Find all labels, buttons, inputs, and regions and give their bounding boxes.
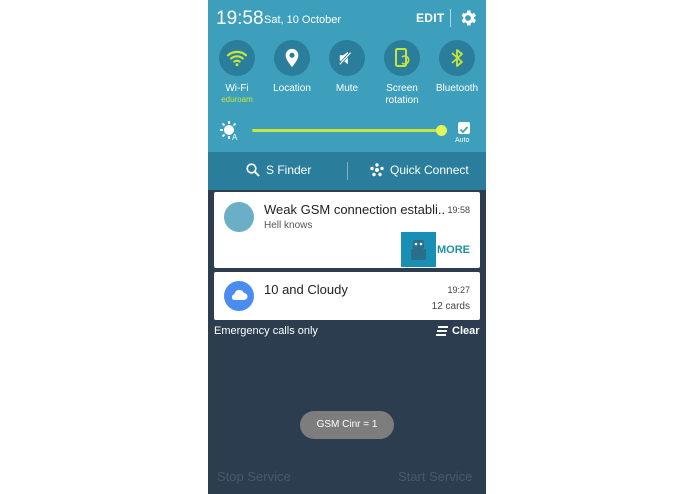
notification-title: Weak GSM connection establi.. [264,202,446,217]
quick-connect-label: Quick Connect [390,163,469,177]
toast-message: GSM Cinr = 1 [300,411,394,439]
toggle-bluetooth[interactable]: Bluetooth [427,40,486,95]
toggle-label: Screen rotation [385,83,419,106]
bluetooth-icon [439,40,475,76]
divider [347,162,348,180]
clear-all-icon [436,326,448,336]
brightness-icon: A [220,121,238,141]
svg-text:A: A [232,133,238,141]
notification-card[interactable]: Weak GSM connection establi.. Hell knows… [214,192,480,268]
brightness-slider-track[interactable] [252,129,441,132]
brightness-slider-thumb[interactable] [436,125,447,136]
clock: 19:58 [216,8,264,29]
search-icon [246,163,260,177]
notification-card[interactable]: 10 and Cloudy 19:27 12 cards [214,272,480,320]
start-service-button[interactable]: Start Service [398,469,472,484]
toggle-mute[interactable]: Mute [317,40,377,95]
toggle-label: Bluetooth [435,83,479,94]
edit-button[interactable]: EDIT [416,11,445,25]
location-icon [274,40,310,76]
divider [450,9,451,27]
notification-time: 19:58 [447,205,470,215]
clear-button[interactable]: Clear [436,325,480,337]
stop-service-button[interactable]: Stop Service [217,469,291,484]
wifi-icon [219,40,255,76]
check-icon [459,126,469,134]
notification-thumbnail [401,232,436,267]
date: Sat, 10 October [264,14,342,26]
toggle-sublabel: eduroam [221,95,253,104]
gear-icon[interactable] [458,8,478,28]
more-button[interactable]: MORE [437,244,470,256]
auto-brightness-checkbox[interactable] [458,122,470,134]
auto-brightness-label: Auto [455,137,470,144]
notification-text: Hell knows [264,220,313,231]
quick-settings-panel: 19:58 Sat, 10 October EDIT Wi-Fi eduroam [208,0,486,152]
s-finder-button[interactable]: S Finder [246,163,311,177]
notification-title: 10 and Cloudy [264,282,348,297]
cards-count: 12 cards [431,301,470,312]
phone-screen: 19:58 Sat, 10 October EDIT Wi-Fi eduroam [208,0,486,494]
clear-label: Clear [452,325,480,337]
quick-connect-icon [370,163,384,177]
robot-icon [411,240,426,260]
quick-connect-button[interactable]: Quick Connect [370,163,469,177]
toggle-wifi[interactable]: Wi-Fi eduroam [208,40,267,105]
emergency-calls-text: Emergency calls only [214,325,318,337]
finder-bar: S Finder Quick Connect [208,152,486,190]
notification-time: 19:27 [447,285,470,295]
app-avatar-icon [224,202,254,232]
toggle-location[interactable]: Location [262,40,322,95]
mute-icon [329,40,365,76]
s-finder-label: S Finder [266,163,312,177]
toggle-screen-rotation[interactable]: Screen rotation [372,40,432,107]
toggle-label: Mute [335,83,359,94]
screen-rotation-icon [384,40,420,76]
toggle-label: Location [273,83,311,94]
toggle-label: Wi-Fi [225,83,249,94]
weather-icon [224,281,254,311]
